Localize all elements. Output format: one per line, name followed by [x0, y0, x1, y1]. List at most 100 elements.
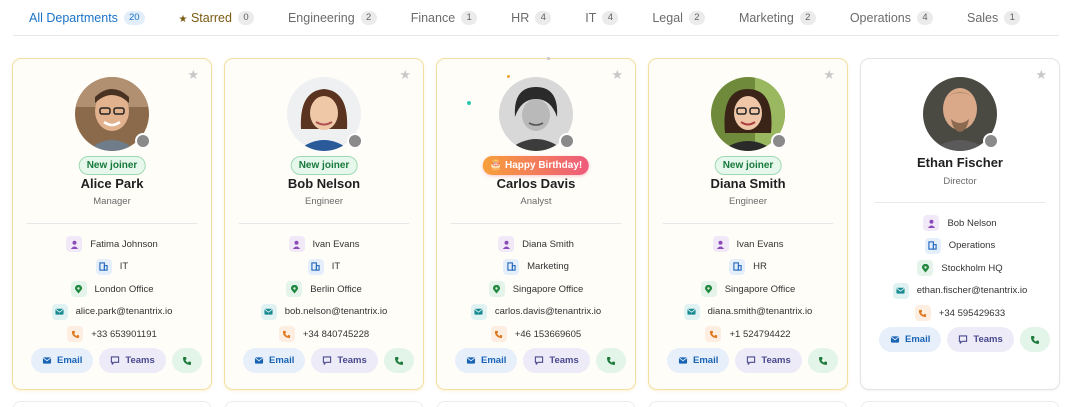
- star-icon[interactable]: ★: [823, 68, 835, 81]
- chat-icon: [111, 356, 120, 365]
- call-button[interactable]: [383, 348, 414, 373]
- phone-icon: [606, 356, 615, 365]
- mail-icon: [42, 357, 52, 364]
- star-icon[interactable]: ★: [187, 68, 199, 81]
- mail-icon: [260, 303, 277, 320]
- email-row[interactable]: ethan.fischer@tenantrix.io: [892, 280, 1028, 303]
- tab-engineering[interactable]: Engineering 2: [288, 0, 377, 36]
- call-button[interactable]: [1019, 327, 1050, 352]
- phone-row[interactable]: +34 595429633: [914, 302, 1006, 325]
- tab-count-badge: 2: [688, 10, 705, 25]
- chat-icon: [959, 335, 968, 344]
- divider: [451, 223, 621, 224]
- building-icon: [503, 258, 520, 275]
- building-icon: [924, 237, 941, 254]
- tab-operations[interactable]: Operations 4: [850, 0, 933, 36]
- employee-card[interactable]: [436, 401, 636, 407]
- manager-row[interactable]: Bob Nelson: [923, 212, 997, 235]
- employee-card[interactable]: [648, 401, 848, 407]
- divider: [239, 223, 409, 224]
- manager-name: Diana Smith: [522, 238, 574, 250]
- employee-card[interactable]: ★ New joiner Bob Nelson Engineer Ivan Ev…: [224, 58, 424, 390]
- contact-details: Diana Smith Marketing Singapore Office c…: [437, 233, 635, 346]
- teams-button[interactable]: Teams: [99, 348, 166, 373]
- tab-hr[interactable]: HR 4: [511, 0, 552, 36]
- person-icon: [498, 236, 515, 253]
- call-button[interactable]: [595, 348, 626, 373]
- employee-role: Analyst: [520, 196, 552, 207]
- map-pin-icon: [286, 281, 303, 298]
- phone-icon: [182, 356, 191, 365]
- tab-sales[interactable]: Sales 1: [967, 0, 1021, 36]
- manager-row[interactable]: Fatima Johnson: [66, 233, 158, 256]
- manager-row[interactable]: Ivan Evans: [288, 233, 360, 256]
- email-button[interactable]: Email: [31, 348, 94, 373]
- phone-number: +34 840745228: [302, 328, 370, 340]
- location-row: Singapore Office: [700, 278, 795, 301]
- tab-count-badge: 1: [461, 10, 478, 25]
- department-name: HR: [753, 261, 767, 273]
- call-button[interactable]: [807, 348, 838, 373]
- map-pin-icon: [70, 281, 87, 298]
- phone-row[interactable]: +1 524794422: [705, 323, 791, 346]
- employee-card[interactable]: [224, 401, 424, 407]
- teams-button[interactable]: Teams: [311, 348, 378, 373]
- manager-name: Fatima Johnson: [90, 238, 158, 250]
- tab-marketing[interactable]: Marketing 2: [739, 0, 816, 36]
- teams-button[interactable]: Teams: [735, 348, 802, 373]
- star-icon[interactable]: ★: [399, 68, 411, 81]
- phone-icon: [705, 326, 722, 343]
- email-button[interactable]: Email: [879, 327, 942, 352]
- presence-dot-icon: [559, 133, 575, 149]
- employee-card[interactable]: ★ Ethan Fischer Director Bob Nelson Oper…: [860, 58, 1060, 390]
- department-row: Marketing: [503, 256, 569, 279]
- email-row[interactable]: diana.smith@tenantrix.io: [683, 301, 812, 324]
- phone-number: +46 153669605: [514, 328, 582, 340]
- manager-row[interactable]: Diana Smith: [498, 233, 574, 256]
- teams-button[interactable]: Teams: [523, 348, 590, 373]
- tab-finance[interactable]: Finance 1: [411, 0, 478, 36]
- manager-name: Ivan Evans: [312, 238, 360, 250]
- location-row: Berlin Office: [286, 278, 362, 301]
- phone-row[interactable]: +33 653901191: [67, 323, 157, 346]
- employee-card[interactable]: ★ New joiner Alice Park Manager Fatima J…: [12, 58, 212, 390]
- manager-row[interactable]: Ivan Evans: [712, 233, 784, 256]
- tab-all-departments[interactable]: All Departments 20: [29, 0, 145, 36]
- email-button[interactable]: Email: [667, 348, 730, 373]
- employee-card[interactable]: [12, 401, 212, 407]
- tab-it[interactable]: IT 4: [585, 0, 619, 36]
- tab-label: Engineering: [287, 10, 355, 25]
- phone-row[interactable]: +46 153669605: [490, 323, 582, 346]
- email-row[interactable]: bob.nelson@tenantrix.io: [260, 301, 387, 324]
- person-icon: [288, 236, 305, 253]
- presence-dot-icon: [771, 133, 787, 149]
- map-pin-icon: [700, 281, 717, 298]
- email-address: ethan.fischer@tenantrix.io: [916, 285, 1028, 297]
- department-name: Operations: [948, 240, 996, 252]
- teams-button[interactable]: Teams: [947, 327, 1014, 352]
- tab-count-badge: 20: [123, 10, 145, 25]
- email-button[interactable]: Email: [243, 348, 306, 373]
- email-row[interactable]: carlos.davis@tenantrix.io: [470, 301, 601, 324]
- tab-count-badge: 4: [916, 10, 933, 25]
- employee-card[interactable]: [860, 401, 1060, 407]
- tab-starred[interactable]: ★ Starred 0: [179, 0, 254, 36]
- phone-row[interactable]: +34 840745228: [278, 323, 370, 346]
- email-address: alice.park@tenantrix.io: [75, 306, 173, 318]
- email-row[interactable]: alice.park@tenantrix.io: [51, 301, 173, 324]
- employee-role: Director: [943, 176, 977, 187]
- email-button[interactable]: Email: [455, 348, 518, 373]
- mail-icon: [678, 357, 688, 364]
- employee-role: Engineer: [728, 196, 768, 207]
- tab-legal[interactable]: Legal 2: [652, 0, 705, 36]
- employee-card[interactable]: ★ New joiner Diana Smith Engineer Ivan E…: [648, 58, 848, 390]
- department-tabs: All Departments 20 ★ Starred 0 Engineeri…: [13, 0, 1059, 36]
- mail-icon: [890, 336, 900, 343]
- phone-number: +34 595429633: [938, 307, 1006, 319]
- call-button[interactable]: [171, 348, 202, 373]
- contact-details: Ivan Evans HR Singapore Office diana.smi…: [649, 233, 847, 346]
- star-icon[interactable]: ★: [1035, 68, 1047, 81]
- star-icon[interactable]: ★: [611, 68, 623, 81]
- phone-icon: [490, 326, 507, 343]
- employee-card[interactable]: ★ 🎂 Happy Birthday! Carlos Davis Analyst…: [436, 57, 636, 390]
